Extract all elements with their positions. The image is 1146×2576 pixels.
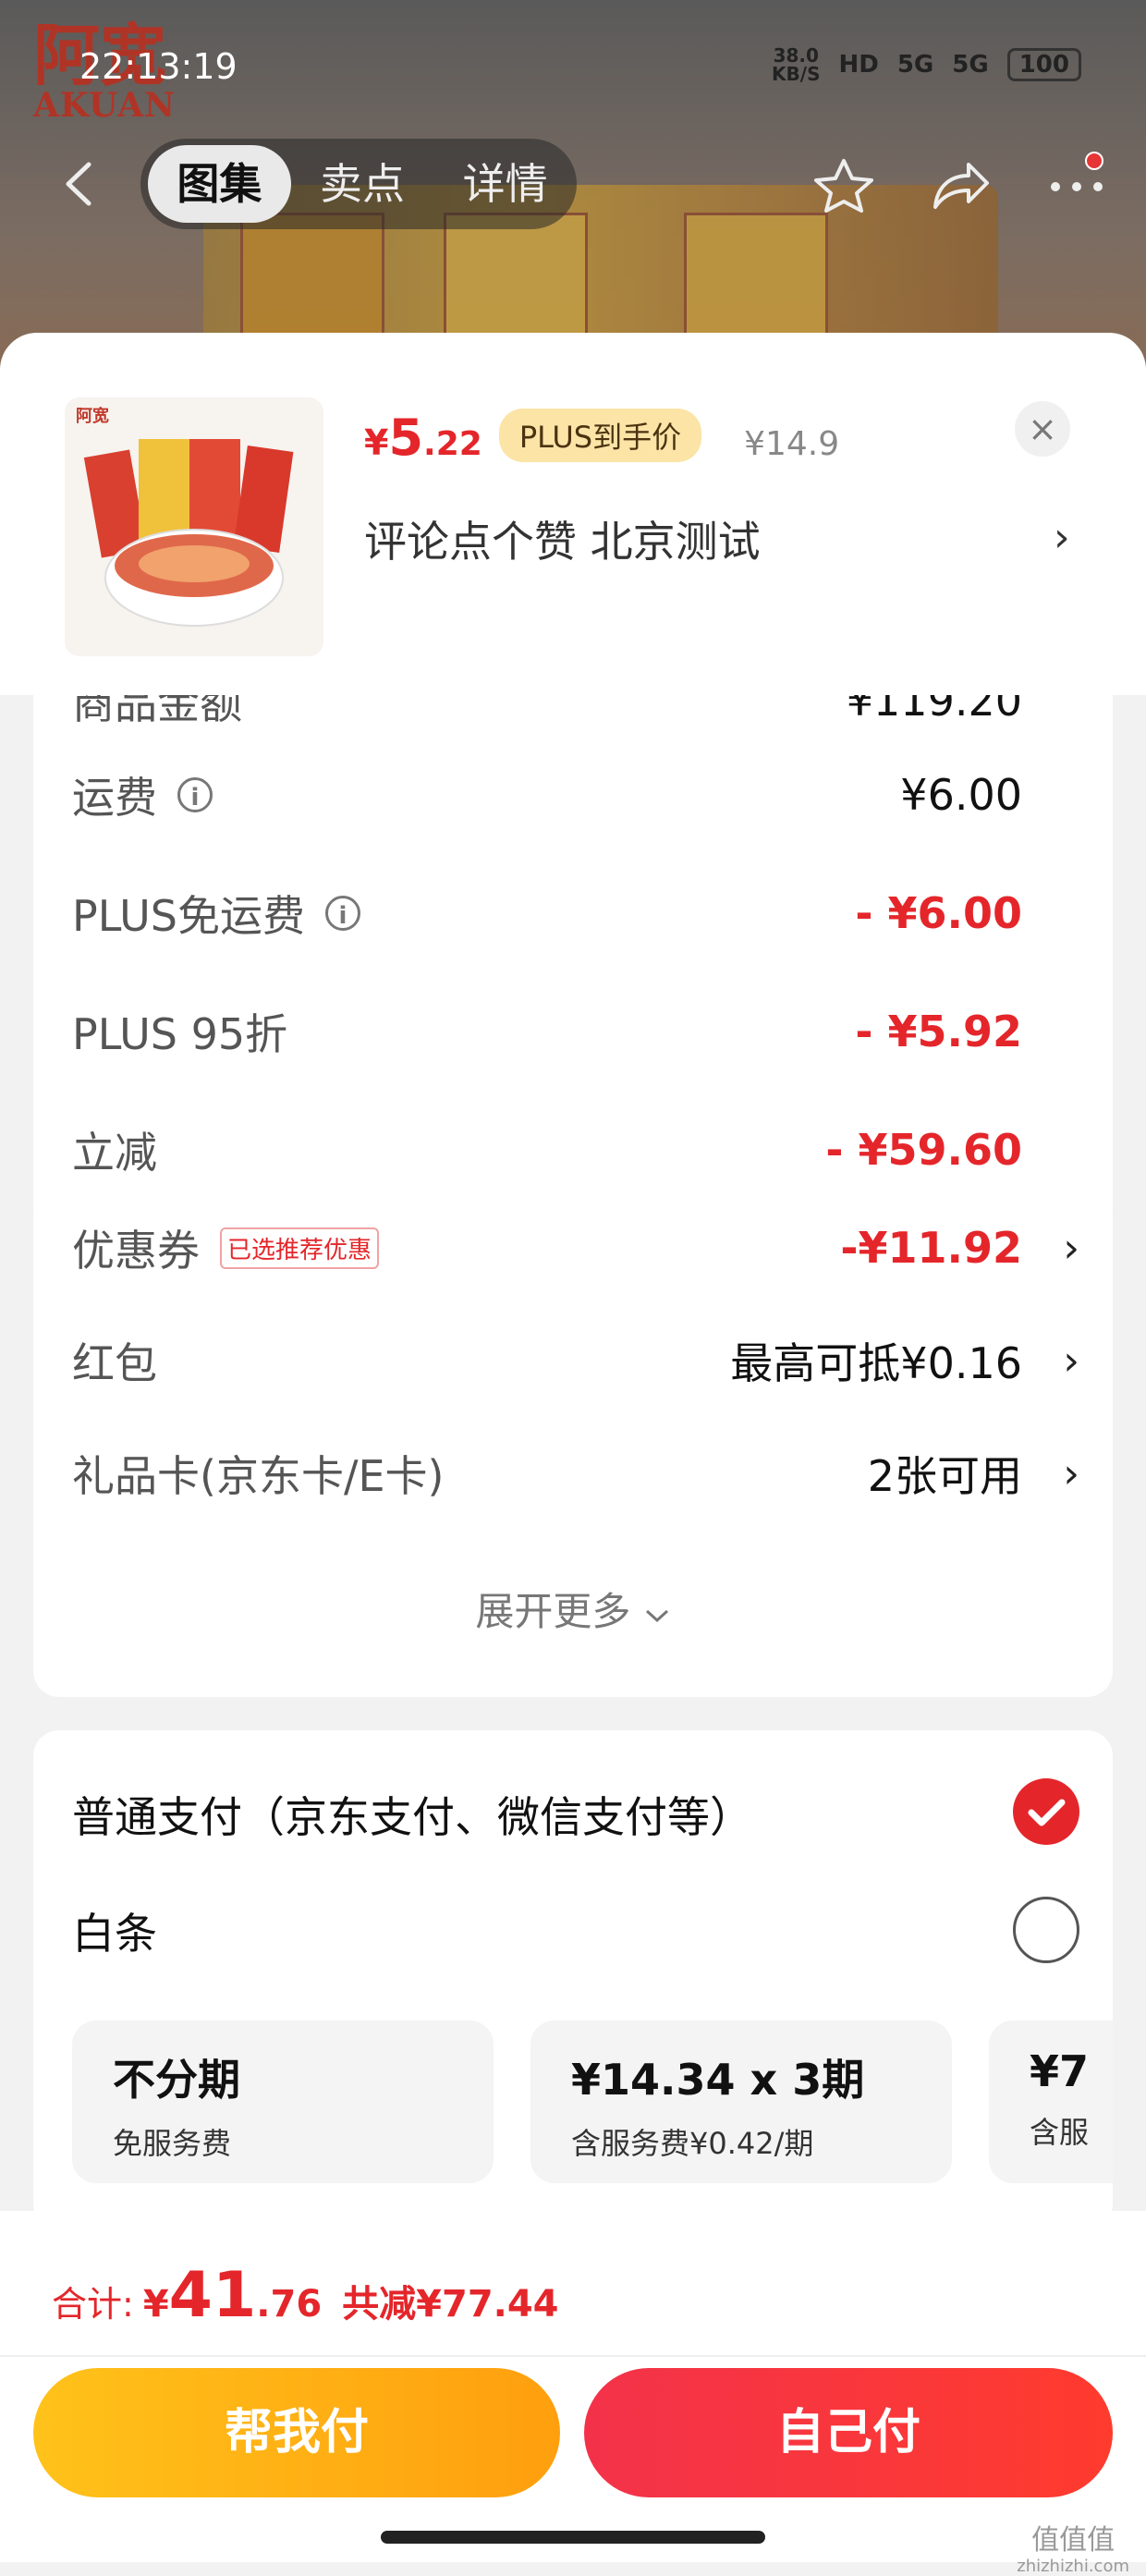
close-button[interactable]: × xyxy=(1015,401,1070,457)
installment-option-6[interactable]: ¥7 含服 xyxy=(989,2021,1113,2183)
home-indicator[interactable] xyxy=(381,2531,765,2544)
summary-row-shipping: 运费 i ¥6.00 xyxy=(72,770,1022,823)
more-icon[interactable] xyxy=(1044,152,1109,213)
tab-selling-points[interactable]: 卖点 xyxy=(291,145,434,223)
plus-price-tag: PLUS到手价 xyxy=(498,409,702,462)
chevron-right-icon[interactable]: › xyxy=(1054,514,1070,561)
network-speed: 38.0 KB/S xyxy=(772,44,821,85)
order-summary-card: 商品金额 ¥119.20 运费 i ¥6.00 PLUS免运费 i - ¥6.00 … xyxy=(33,695,1113,1233)
order-total: 合计: ¥41.76 共减¥77.44 xyxy=(52,2259,559,2332)
pay-myself-button[interactable]: 自己付 xyxy=(584,2368,1113,2497)
radio-unselected-icon[interactable] xyxy=(1013,1897,1079,1963)
installment-option-none[interactable]: 不分期 免服务费 xyxy=(72,2021,494,2183)
chevron-right-icon: › xyxy=(1063,1224,1079,1272)
notification-dot xyxy=(1085,152,1103,170)
summary-row-coupon[interactable]: 优惠券 已选推荐优惠 -¥11.92 › xyxy=(72,1211,1079,1285)
battery-icon: 100 xyxy=(1006,48,1081,81)
gallery-tab-switch: 图集 卖点 详情 xyxy=(140,139,577,229)
summary-row-plus-discount: PLUS 95折 - ¥5.92 xyxy=(72,1007,1022,1059)
installment-option-3[interactable]: ¥14.34 x 3期 含服务费¥0.42/期 xyxy=(530,2021,952,2183)
status-bar: 22:13:19 38.0 KB/S HD 5G 5G 100 xyxy=(0,0,1146,139)
nav-actions xyxy=(811,152,1109,213)
product-title[interactable]: 评论点个赞 北京测试 xyxy=(364,508,761,569)
summary-row-red-packet[interactable]: 红包 最高可抵¥0.16 › xyxy=(72,1324,1079,1398)
product-thumbnail: 阿宽 xyxy=(65,397,323,656)
summary-row-plus-free-shipping: PLUS免运费 i - ¥6.00 xyxy=(72,888,1022,941)
status-time: 22:13:19 xyxy=(79,46,238,87)
tab-details[interactable]: 详情 xyxy=(433,145,577,223)
site-watermark: 值值值 zhizhizhi.com xyxy=(1017,2524,1129,2576)
summary-row-goods-amount: 商品金额 ¥119.20 xyxy=(72,695,1022,728)
plus-price: ¥5.22 xyxy=(364,409,482,467)
signal-5g-icon: 5G xyxy=(896,51,934,79)
status-indicators: 38.0 KB/S HD 5G 5G 100 xyxy=(772,46,1081,83)
total-saved: 共减¥77.44 xyxy=(342,2283,559,2326)
share-icon[interactable] xyxy=(928,157,993,213)
price-row: ¥5.22 PLUS到手价 ¥14.9 xyxy=(364,409,839,470)
product-nav-bar: 图集 卖点 详情 xyxy=(0,139,1146,231)
thumb-logo-text: 阿宽 xyxy=(76,406,109,426)
signal-5g-icon: 5G xyxy=(952,51,989,79)
back-icon[interactable] xyxy=(55,159,105,209)
summary-row-instant-reduction: 立减 - ¥59.60 xyxy=(72,1125,1022,1178)
help-me-pay-button[interactable]: 帮我付 xyxy=(33,2368,560,2497)
payment-method-card: 普通支付（京东支付、微信支付等） 白条 不分期 免服务费 ¥14.34 x 3期… xyxy=(33,1730,1113,2229)
hd-indicator: HD xyxy=(838,51,879,79)
installment-options: 不分期 免服务费 ¥14.34 x 3期 含服务费¥0.42/期 ¥7 含服 xyxy=(72,2021,1113,2183)
star-icon[interactable] xyxy=(811,157,876,213)
product-thumbnail-image: 阿宽 xyxy=(76,406,294,627)
order-summary-card-continued: 优惠券 已选推荐优惠 -¥11.92 › 红包 最高可抵¥0.16 › 礼品卡(京… xyxy=(33,1211,1113,1697)
chevron-right-icon: › xyxy=(1063,1449,1079,1497)
chevron-right-icon: › xyxy=(1063,1337,1079,1385)
pay-option-normal[interactable]: 普通支付（京东支付、微信支付等） xyxy=(72,1784,752,1845)
info-icon[interactable]: i xyxy=(177,777,213,812)
expand-more-button[interactable]: 展开更多 xyxy=(33,1581,1113,1637)
checkout-footer: 合计: ¥41.76 共减¥77.44 帮我付 自己付 值值值 zhizhizhi… xyxy=(0,2211,1146,2575)
checkmark-selected-icon[interactable] xyxy=(1013,1778,1079,1845)
info-icon[interactable]: i xyxy=(324,896,360,931)
chevron-down-icon xyxy=(645,1609,668,1623)
tab-gallery[interactable]: 图集 xyxy=(148,145,291,223)
sheet-header: 阿宽 ¥5.22 PLUS到手价 ¥14.9 × 评论点个赞 北京测试 › xyxy=(0,333,1146,695)
pay-option-baitiao[interactable]: 白条 xyxy=(72,1900,157,1961)
summary-row-gift-card[interactable]: 礼品卡(京东卡/E卡) 2张可用 › xyxy=(72,1436,1079,1510)
coupon-selected-tag: 已选推荐优惠 xyxy=(220,1227,380,1269)
original-price: ¥14.9 xyxy=(744,425,840,463)
divider xyxy=(0,2355,1146,2357)
